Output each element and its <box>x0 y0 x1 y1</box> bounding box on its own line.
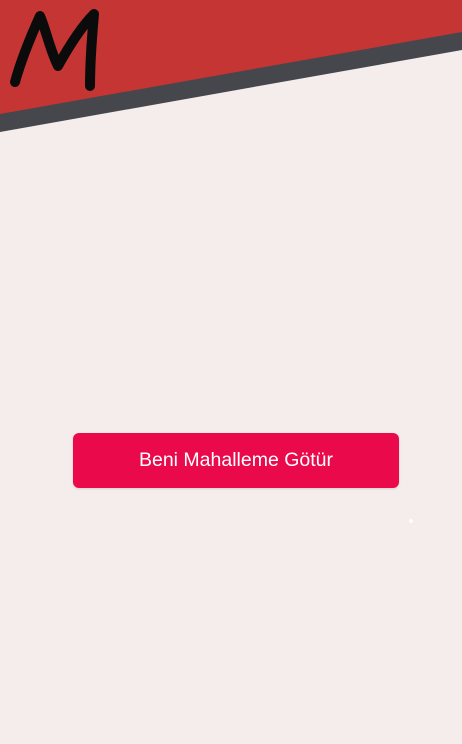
handwritten-m-logo-icon <box>10 9 99 91</box>
app-logo <box>6 4 102 94</box>
decorative-speck <box>409 519 413 523</box>
take-me-to-neighborhood-button[interactable]: Beni Mahalleme Götür <box>73 433 399 488</box>
